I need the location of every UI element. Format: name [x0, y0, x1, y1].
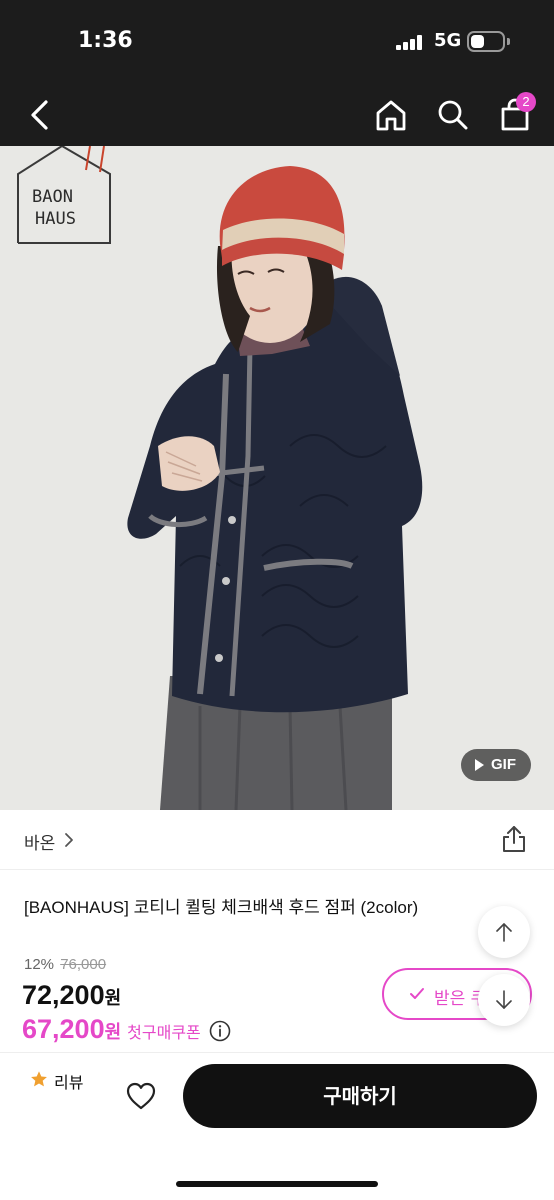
sale-price-value: 72,200: [22, 980, 105, 1010]
review-label: 리뷰: [54, 1073, 84, 1092]
purchase-button[interactable]: 구매하기: [183, 1064, 537, 1128]
back-arrow-icon[interactable]: [22, 96, 58, 134]
arrow-down-icon: [496, 990, 512, 1009]
search-icon[interactable]: [434, 96, 472, 134]
original-price: 76,000: [60, 956, 107, 973]
share-icon[interactable]: [500, 824, 528, 854]
svg-text:BAON: BAON: [32, 187, 73, 207]
scroll-bottom-button[interactable]: [478, 974, 530, 1026]
battery-icon: [467, 31, 505, 52]
coupon-label: 첫구매쿠폰: [127, 1025, 201, 1042]
status-bar: 1:36 5G: [0, 0, 554, 84]
home-indicator: [176, 1181, 378, 1187]
gif-label: GIF: [491, 756, 516, 773]
check-icon: [410, 988, 424, 999]
heart-icon[interactable]: [124, 1080, 158, 1112]
battery-tip: [507, 38, 510, 45]
scroll-top-button[interactable]: [478, 906, 530, 958]
signal-icon: [396, 34, 426, 50]
info-icon[interactable]: [209, 1020, 231, 1042]
discount-row: 12% 76,000: [24, 956, 106, 973]
home-icon[interactable]: [372, 96, 410, 134]
arrow-up-icon: [496, 923, 512, 942]
product-image[interactable]: BAON HAUS: [0, 146, 554, 810]
gif-badge[interactable]: GIF: [461, 749, 531, 781]
star-icon: [31, 1071, 47, 1087]
chevron-right-icon[interactable]: [62, 830, 76, 850]
coupon-price-unit: 원: [104, 1022, 122, 1042]
network-type: 5G: [434, 30, 462, 51]
divider: [0, 1052, 554, 1053]
play-icon: [475, 759, 484, 771]
cart-count-badge: 2: [516, 92, 536, 112]
product-title: [BAONHAUS] 코티니 퀼팅 체크배색 후드 점퍼 (2color): [24, 898, 419, 917]
sale-price-unit: 원: [104, 988, 122, 1008]
status-time: 1:36: [78, 28, 133, 53]
coupon-price-value: 67,200: [22, 1014, 105, 1044]
discount-rate: 12%: [24, 956, 55, 973]
coupon-price: 67,200원 첫구매쿠폰: [22, 1014, 231, 1045]
brand-row: 바온: [0, 810, 554, 870]
brand-link[interactable]: 바온: [24, 829, 55, 854]
sale-price: 72,200원: [22, 980, 121, 1011]
svg-text:HAUS: HAUS: [35, 209, 76, 229]
top-nav-bar: [0, 84, 554, 146]
product-photo: BAON HAUS: [0, 146, 554, 810]
